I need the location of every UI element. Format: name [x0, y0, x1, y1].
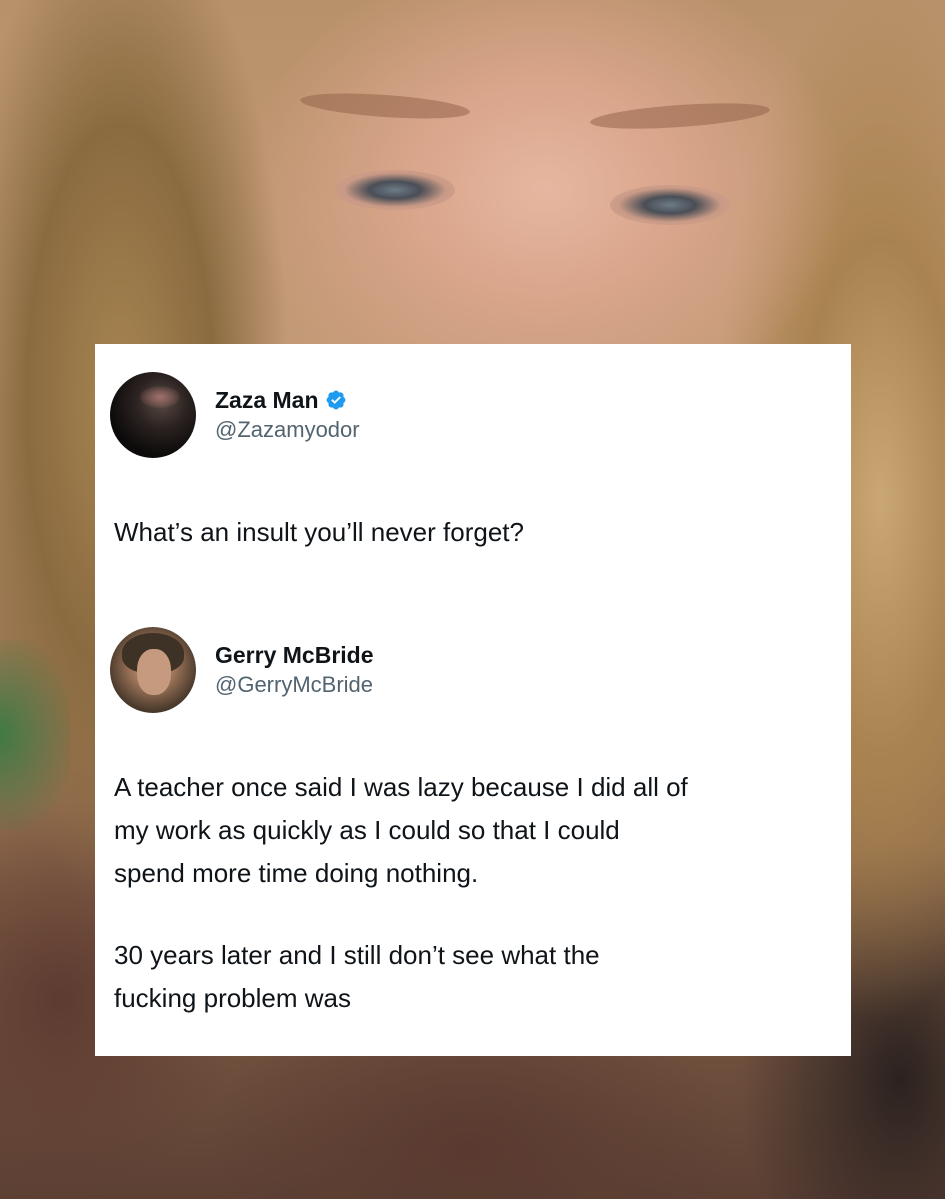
avatar-face — [137, 649, 171, 695]
display-name[interactable]: Zaza Man — [215, 385, 319, 415]
background-foliage — [0, 640, 70, 830]
avatar[interactable] — [110, 627, 196, 713]
user-handle[interactable]: @GerryMcBride — [215, 670, 374, 700]
author-block: Gerry McBride @GerryMcBride — [215, 640, 374, 700]
verified-badge-icon — [326, 390, 345, 410]
background-eye-left — [335, 170, 455, 210]
tweet-text: What’s an insult you’ll never forget? — [114, 517, 524, 547]
name-row: Gerry McBride — [215, 640, 374, 670]
name-row: Zaza Man — [215, 385, 360, 415]
reply-tweet-header: Gerry McBride @GerryMcBride — [110, 627, 374, 713]
screenshot-root: Zaza Man @Zazamyodor What’s an insult yo… — [0, 0, 945, 1199]
user-handle[interactable]: @Zazamyodor — [215, 415, 360, 445]
background-eye-right — [610, 185, 730, 225]
display-name[interactable]: Gerry McBride — [215, 640, 374, 670]
author-block: Zaza Man @Zazamyodor — [215, 385, 360, 445]
original-tweet-header: Zaza Man @Zazamyodor — [110, 372, 360, 458]
reply-text-paragraph-1: A teacher once said I was lazy because I… — [114, 772, 688, 888]
avatar[interactable] — [110, 372, 196, 458]
tweet-card: Zaza Man @Zazamyodor What’s an insult yo… — [95, 344, 851, 1056]
avatar-detail — [140, 386, 180, 408]
reply-text-paragraph-2: 30 years later and I still don’t see wha… — [114, 940, 600, 1013]
